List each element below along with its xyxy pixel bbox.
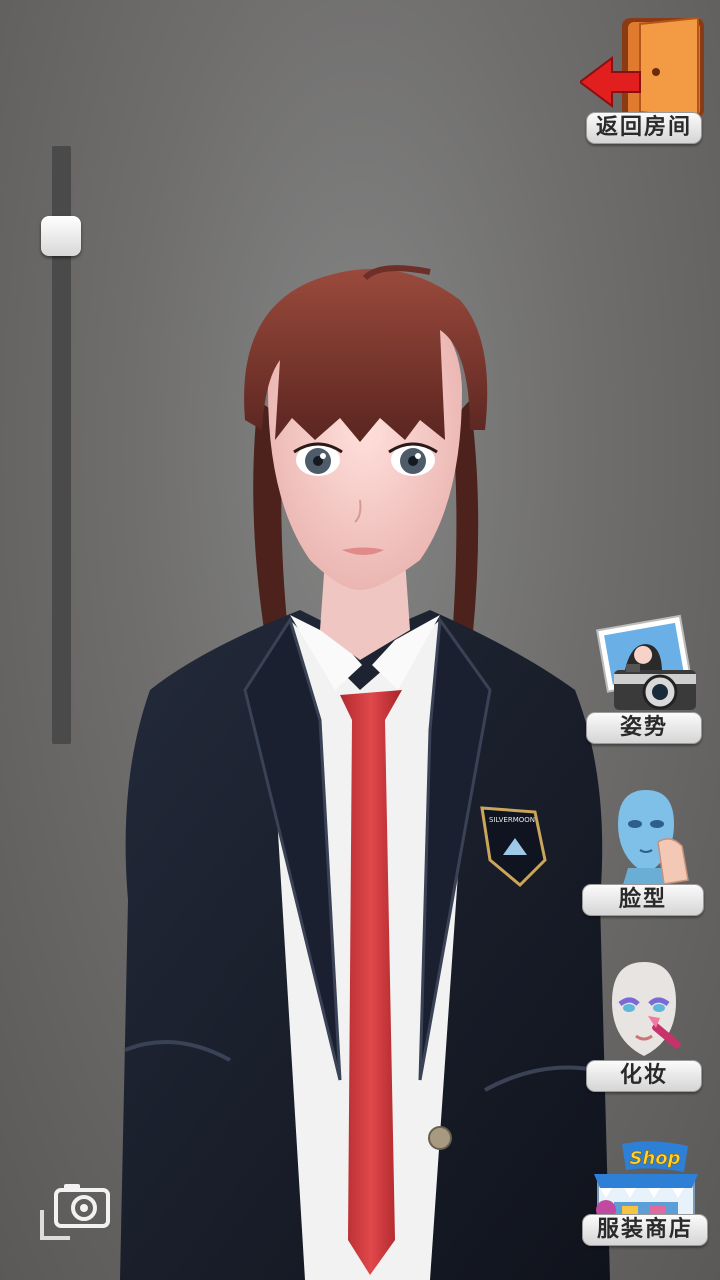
screenshot-camera-icon (40, 1184, 110, 1240)
pose-label: 姿势 (586, 712, 702, 744)
makeup-button[interactable]: 化妆 (584, 958, 706, 1092)
eye-highlight-left (320, 453, 326, 459)
eye-highlight-right (415, 453, 421, 459)
clothing-store-button[interactable]: Shop 服装商店 (580, 1140, 708, 1270)
shop-sign-text: Shop (629, 1148, 680, 1169)
clothing-store-label: 服装商店 (582, 1214, 708, 1246)
exit-door-icon (580, 16, 704, 120)
zoom-slider-thumb[interactable] (41, 215, 81, 256)
makeup-label: 化妆 (586, 1060, 702, 1092)
back-to-room-label: 返回房间 (586, 112, 702, 144)
makeup-brush-icon (612, 962, 681, 1056)
blazer-button (428, 1126, 452, 1150)
back-to-room-button[interactable]: 返回房间 (580, 14, 708, 144)
pose-button[interactable]: 姿势 (584, 614, 706, 746)
badge-text: SILVERMOON (489, 816, 535, 824)
face-shape-label: 脸型 (582, 884, 704, 916)
screenshot-button[interactable] (40, 1180, 114, 1242)
face-shape-icon (618, 790, 689, 888)
face-shape-button[interactable]: 脸型 (580, 784, 706, 918)
camera-photo-icon (595, 614, 696, 710)
